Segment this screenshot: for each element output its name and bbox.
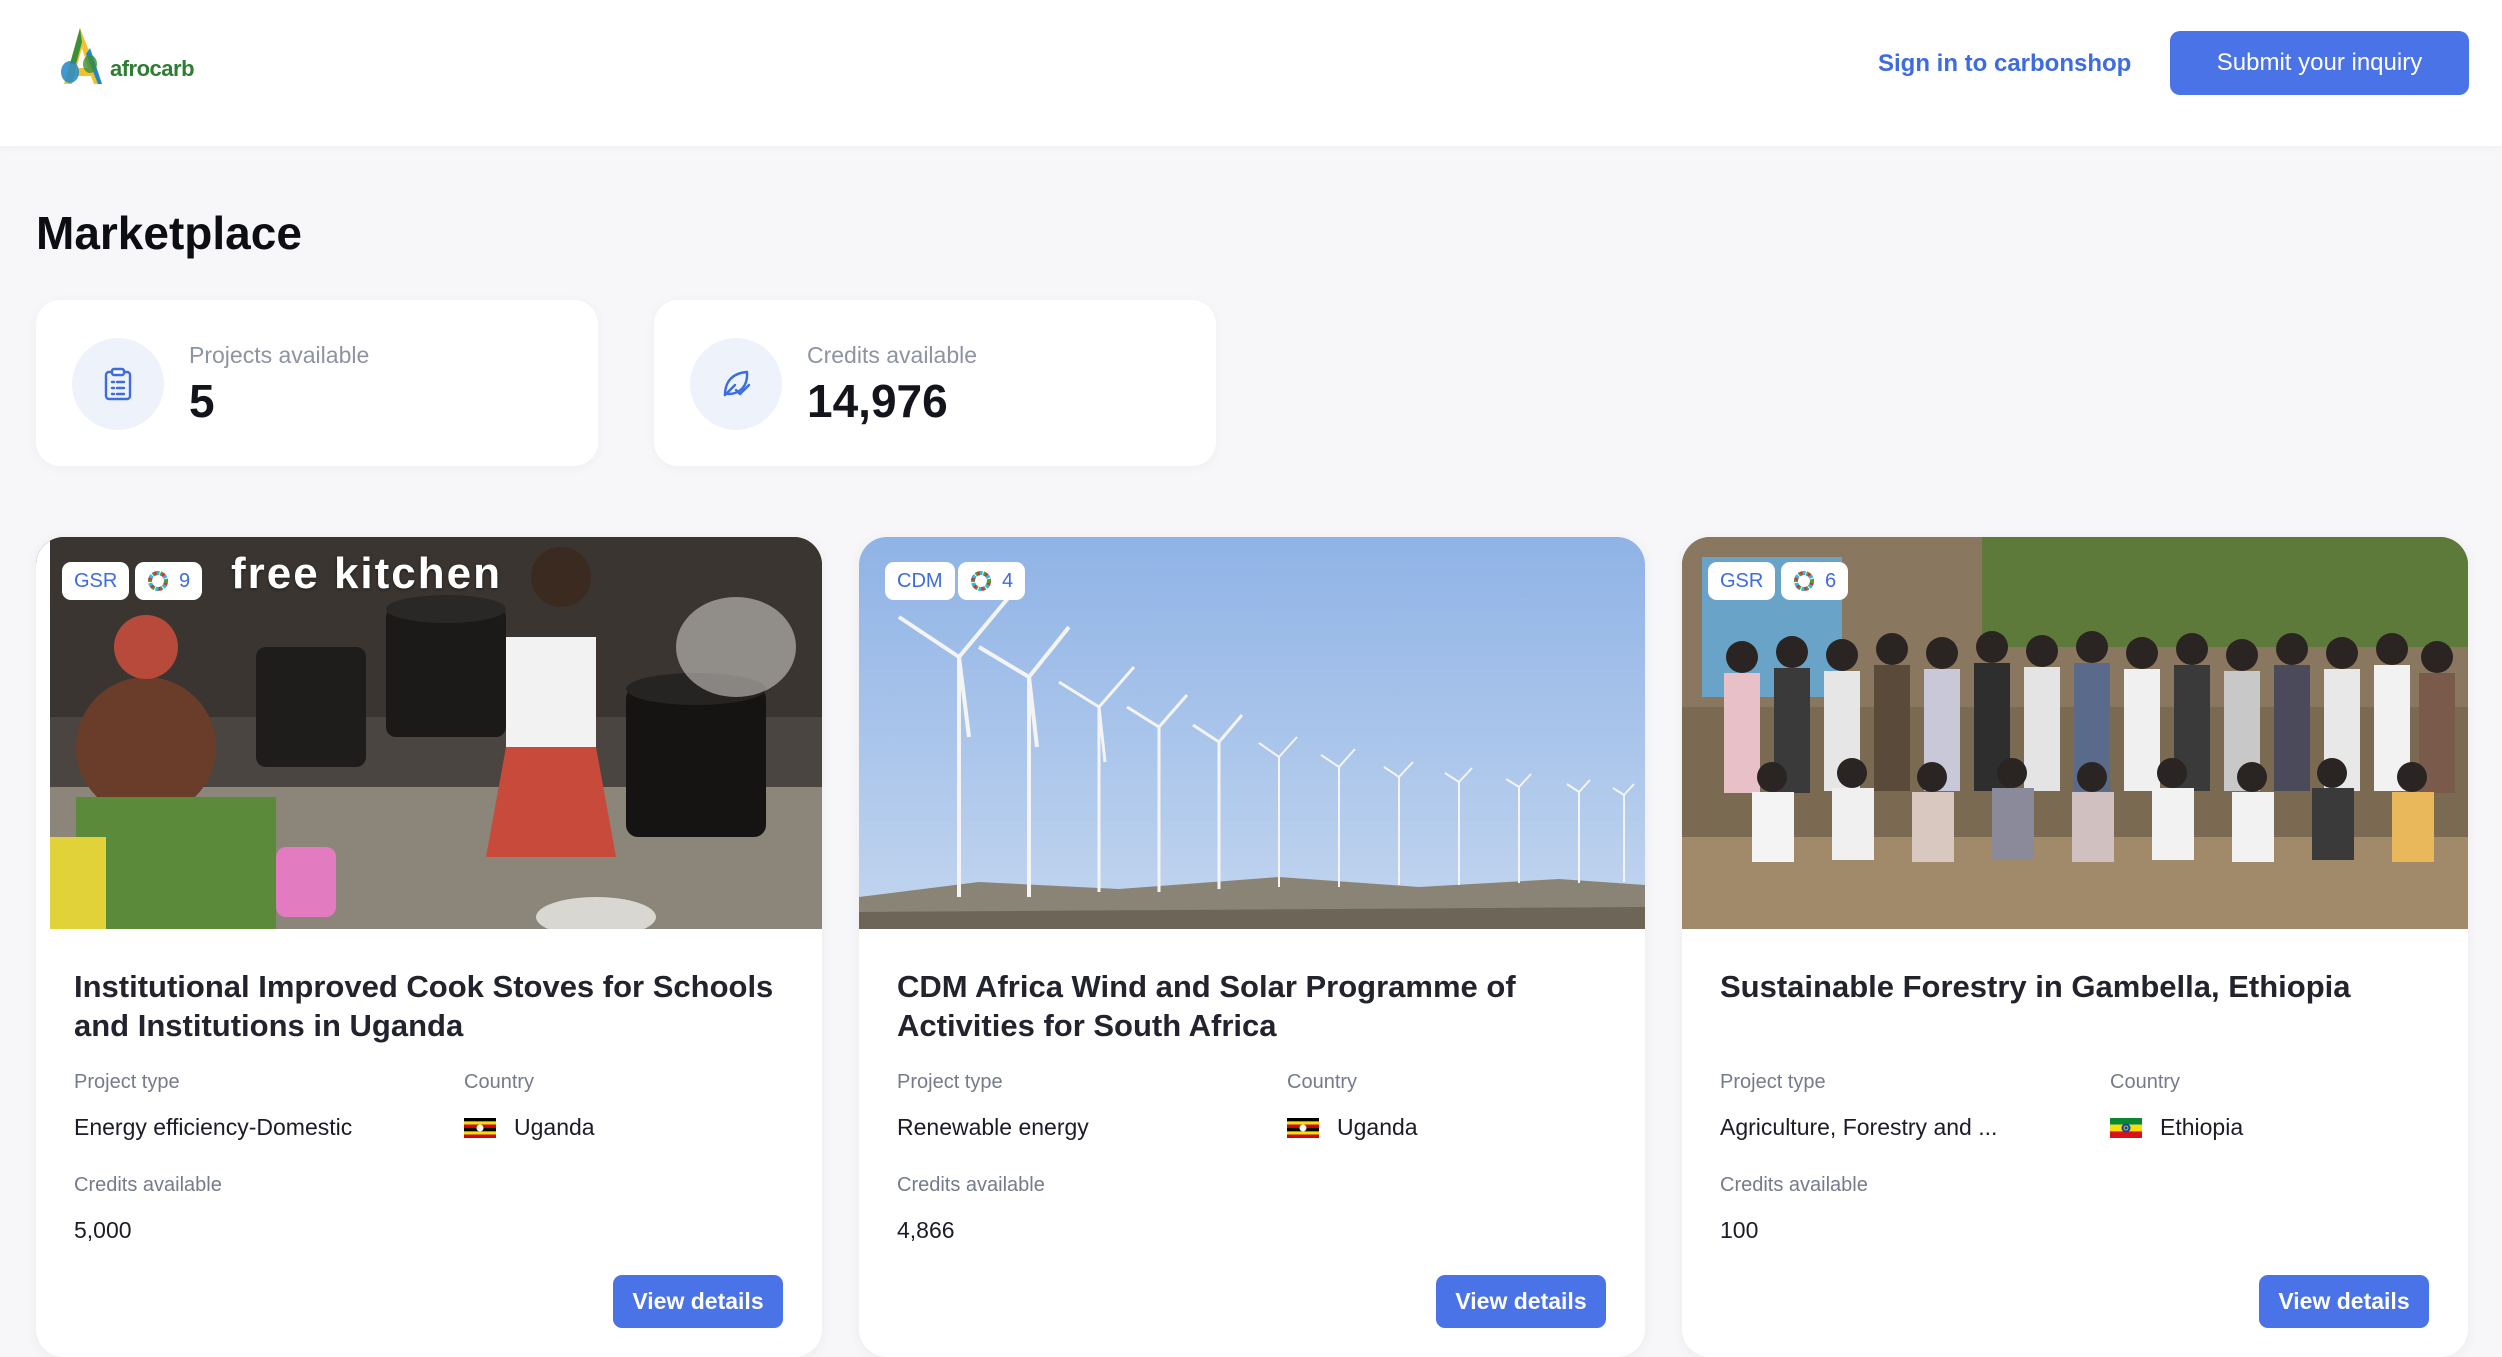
country-text: Uganda xyxy=(514,1114,595,1140)
project-type-text: Energy efficiency-Domestic xyxy=(74,1114,353,1140)
standard-badge: CDM xyxy=(885,562,955,600)
project-type-value: Agriculture, Forestry and ... xyxy=(1720,1114,1997,1141)
view-details-button[interactable]: View details xyxy=(1436,1275,1606,1328)
sdg-badge: 4 xyxy=(958,562,1026,600)
credits-value: 100 xyxy=(1720,1217,1758,1244)
standard-badge: GSR xyxy=(1708,562,1776,600)
uganda-flag-icon xyxy=(464,1117,496,1138)
project-card[interactable]: GSR 6 Sustainable Forestry in Gambella, … xyxy=(1682,537,2468,1357)
country-label: Country xyxy=(464,1071,535,1093)
country-label: Country xyxy=(1287,1071,1358,1093)
country-value: Ethiopia xyxy=(2110,1114,2243,1141)
top-header: afrocarb Sign in to carbonshop Submit yo… xyxy=(0,0,2502,146)
sdg-count: 6 xyxy=(1825,570,1837,592)
uganda-flag-icon xyxy=(1287,1117,1319,1138)
logo-mark-icon xyxy=(61,28,102,84)
credits-text: 4,866 xyxy=(897,1217,955,1243)
signin-link[interactable]: Sign in to carbonshop xyxy=(1878,44,2131,84)
project-type-label: Project type xyxy=(897,1071,1003,1093)
project-title: CDM Africa Wind and Solar Programme of A… xyxy=(897,969,1516,1043)
sdg-count: 4 xyxy=(1002,570,1014,592)
sdg-wheel-icon xyxy=(148,571,168,591)
page-title: Marketplace xyxy=(36,207,302,259)
country-value: Uganda xyxy=(464,1114,595,1141)
project-type-value: Energy efficiency-Domestic xyxy=(74,1114,352,1141)
afrocarb-logo[interactable]: afrocarb xyxy=(58,24,195,94)
project-card[interactable]: CDM 4 CDM Africa Wind and Solar Programm… xyxy=(859,537,1645,1357)
view-details-button[interactable]: View details xyxy=(2259,1275,2429,1328)
project-title: Sustainable Forestry in Gambella, Ethiop… xyxy=(1720,969,2351,1004)
ethiopia-flag-icon xyxy=(2110,1117,2142,1138)
standard-label: GSR xyxy=(1720,570,1764,592)
sdg-wheel-icon xyxy=(1794,571,1814,591)
country-label: Country xyxy=(2110,1071,2181,1093)
project-title: Institutional Improved Cook Stoves for S… xyxy=(74,969,774,1043)
project-card[interactable]: free kitchen GSR 9 Institutional Improve… xyxy=(36,537,822,1357)
leaf-check-icon xyxy=(690,338,782,430)
stat-value: 14,976 xyxy=(807,375,948,427)
credits-label: Credits available xyxy=(74,1174,222,1196)
credits-value: 5,000 xyxy=(74,1217,132,1244)
stat-label: Credits available xyxy=(807,342,978,368)
image-caption: free kitchen xyxy=(231,549,502,598)
stat-card-projects: Projects available 5 xyxy=(36,300,598,466)
project-type-label: Project type xyxy=(74,1071,180,1093)
project-type-value: Renewable energy xyxy=(897,1114,1089,1141)
sdg-wheel-icon xyxy=(971,571,991,591)
stat-card-credits: Credits available 14,976 xyxy=(654,300,1216,466)
country-text: Ethiopia xyxy=(2160,1114,2244,1140)
logo-text: afrocarb xyxy=(110,56,195,81)
stat-label: Projects available xyxy=(189,342,370,368)
standard-badge: GSR xyxy=(62,562,130,600)
credits-label: Credits available xyxy=(897,1174,1045,1196)
project-type-label: Project type xyxy=(1720,1071,1826,1093)
country-text: Uganda xyxy=(1337,1114,1418,1140)
standard-label: CDM xyxy=(897,570,943,592)
clipboard-icon xyxy=(72,338,164,430)
stat-value: 5 xyxy=(189,375,215,427)
country-value: Uganda xyxy=(1287,1114,1418,1141)
credits-value: 4,866 xyxy=(897,1217,955,1244)
project-type-text: Renewable energy xyxy=(897,1114,1089,1140)
sdg-badge: 6 xyxy=(1781,562,1849,600)
sdg-count: 9 xyxy=(179,570,191,592)
standard-label: GSR xyxy=(74,570,118,592)
credits-text: 100 xyxy=(1720,1217,1759,1243)
submit-inquiry-button[interactable]: Submit your inquiry xyxy=(2170,31,2469,95)
sdg-badge: 9 xyxy=(135,562,203,600)
view-details-button[interactable]: View details xyxy=(613,1275,783,1328)
credits-text: 5,000 xyxy=(74,1217,132,1243)
project-type-text: Agriculture, Forestry and ... xyxy=(1720,1114,1998,1140)
credits-label: Credits available xyxy=(1720,1174,1868,1196)
